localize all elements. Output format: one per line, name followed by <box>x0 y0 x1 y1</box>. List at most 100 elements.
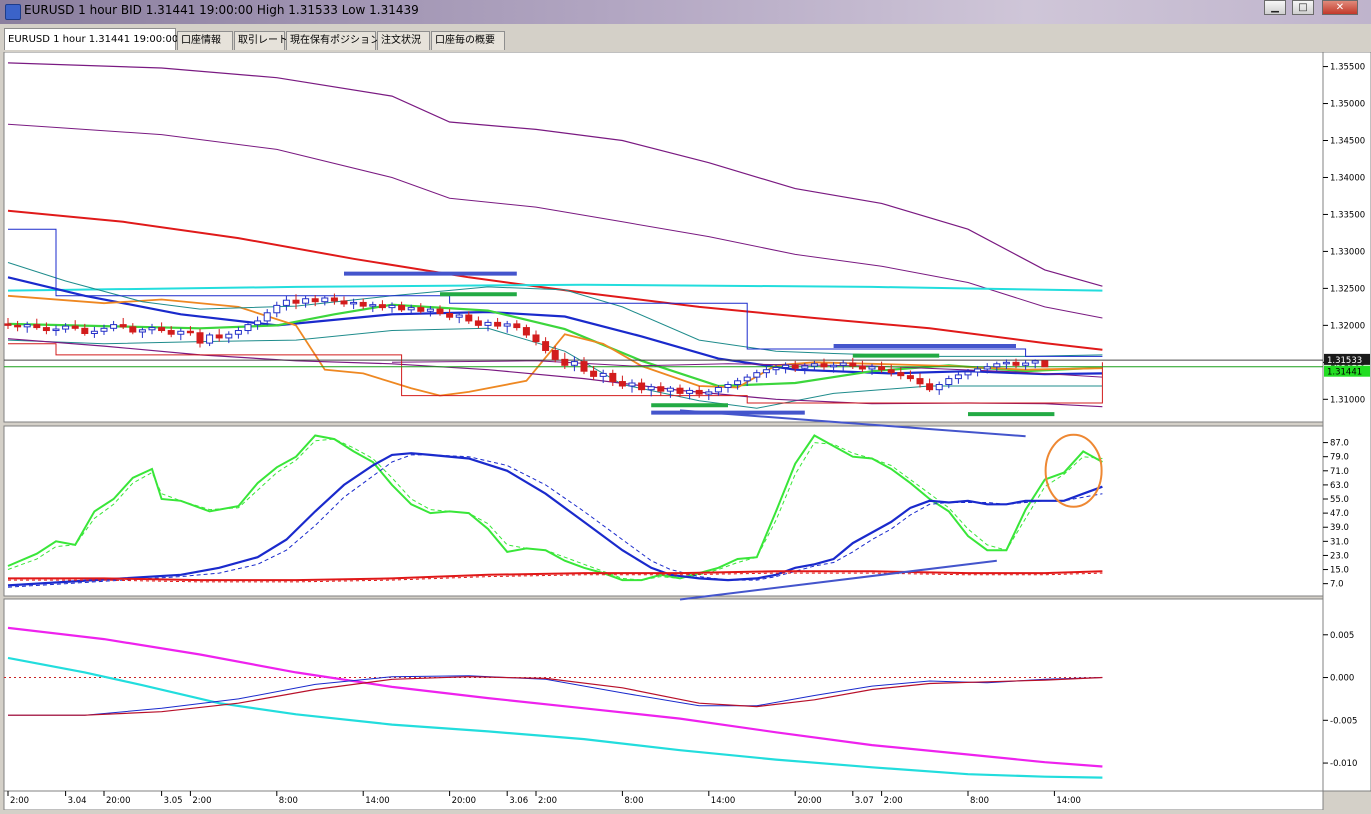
candle-body <box>686 389 694 394</box>
candle-body <box>225 333 233 339</box>
candle-body <box>522 327 530 336</box>
candle-body <box>129 326 137 333</box>
macd-axis-tick-label: -0.005 <box>1330 716 1357 726</box>
candle-body <box>561 358 569 366</box>
time-tick-label: 2:00 <box>10 796 29 806</box>
time-tick-label: 14:00 <box>1056 796 1081 806</box>
candle-body <box>282 299 290 306</box>
time-tick-label: 8:00 <box>279 796 298 806</box>
candle-body <box>196 332 204 344</box>
time-tick-label: 2:00 <box>884 796 903 806</box>
minimize-button[interactable]: ▁ <box>1264 0 1286 15</box>
candle-body <box>311 298 319 303</box>
candle-body <box>926 383 934 391</box>
time-tick-label: 3.06 <box>509 796 528 806</box>
tab-positions[interactable]: 現在保有ポジション <box>286 31 380 50</box>
time-tick-label: 20:00 <box>452 796 477 806</box>
time-tick-label: 3.04 <box>68 796 87 806</box>
candle-body <box>945 378 953 386</box>
time-tick-label: 8:00 <box>970 796 989 806</box>
stoch-axis-tick-label: 15.0 <box>1330 566 1349 576</box>
candle-body <box>830 364 838 368</box>
candle-body <box>657 386 665 392</box>
tab-chart[interactable]: EURUSD 1 hour 1.31441 19:00:00 <box>4 28 178 50</box>
ask-price-text: 1.31533 <box>1327 356 1362 366</box>
macd-panel[interactable] <box>3 598 1324 792</box>
candle-body <box>714 386 722 393</box>
candle-body <box>177 330 185 335</box>
candle-body <box>23 324 31 328</box>
stoch-axis-tick-label: 7.0 <box>1330 580 1344 590</box>
candle-body <box>302 298 310 304</box>
candle-body <box>81 327 89 334</box>
time-tick-label: 2:00 <box>192 796 211 806</box>
candle-body <box>1031 360 1039 364</box>
candle-body <box>186 330 194 334</box>
candle-body <box>791 364 799 369</box>
candle-body <box>609 372 617 383</box>
stoch-axis-tick-label: 39.0 <box>1330 523 1349 533</box>
stoch-axis-tick-label: 55.0 <box>1330 495 1349 505</box>
candle-body <box>398 304 406 311</box>
candle-body <box>820 363 828 368</box>
candle-body <box>359 301 367 307</box>
candle-body <box>71 325 79 329</box>
candle-body <box>503 323 511 327</box>
stoch-axis-tick-label: 71.0 <box>1330 467 1349 477</box>
candle-body <box>705 391 713 395</box>
tab-bar: EURUSD 1 hour 1.31441 19:00:00 口座情報 取引レー… <box>0 28 1371 52</box>
candle-body <box>695 389 703 395</box>
chart-area[interactable]: 1.35500 1.35000 1.34500 1.34000 1.33500 1.330… <box>0 51 1371 811</box>
candle-body <box>90 330 98 334</box>
candle-body <box>734 380 742 386</box>
candle-body <box>206 334 214 344</box>
candle-body <box>321 297 329 303</box>
macd-axis-tick-label: 0.000 <box>1330 674 1354 684</box>
stoch-axis-tick-label: 63.0 <box>1330 481 1349 491</box>
candle-body <box>138 329 146 333</box>
candle-body <box>916 378 924 385</box>
candle-body <box>878 366 886 371</box>
candle-body <box>378 304 386 309</box>
candle-body <box>52 328 60 332</box>
close-button[interactable]: ✕ <box>1322 0 1358 15</box>
candle-body <box>935 384 943 391</box>
price-axis-tick-label: 1.32500 <box>1330 284 1365 294</box>
candle-body <box>340 300 348 305</box>
price-axis-tick-label: 1.32000 <box>1330 321 1365 331</box>
tab-orders[interactable]: 注文状況 <box>377 31 430 50</box>
time-tick-label: 3.07 <box>855 796 874 806</box>
chart-svg[interactable]: 1.35500 1.35000 1.34500 1.34000 1.33500 1.330… <box>0 51 1371 811</box>
candle-body <box>839 362 847 366</box>
tab-account-summary[interactable]: 口座毎の概要 <box>431 31 505 50</box>
candle-body <box>254 320 262 326</box>
candle-body <box>762 369 770 374</box>
tab-rates[interactable]: 取引レート <box>234 31 288 50</box>
title-bar: EURUSD 1 hour BID 1.31441 19:00:00 High … <box>0 0 1371 24</box>
price-axis-tick-label: 1.34000 <box>1330 173 1365 183</box>
candle-body <box>455 314 463 318</box>
candle-body <box>1041 360 1049 368</box>
candle-body <box>1012 361 1020 366</box>
stoch-axis-tick-label: 31.0 <box>1330 537 1349 547</box>
window-title: EURUSD 1 hour BID 1.31441 19:00:00 High … <box>24 3 419 17</box>
candle-body <box>4 323 12 326</box>
stoch-axis-tick-label: 23.0 <box>1330 551 1349 561</box>
time-tick-label: 20:00 <box>797 796 822 806</box>
candle-body <box>676 387 684 394</box>
time-tick-label: 14:00 <box>711 796 736 806</box>
candle-body <box>513 323 521 329</box>
candle-body <box>62 325 70 330</box>
candle-body <box>868 366 876 370</box>
candle-body <box>273 304 281 314</box>
candle-body <box>33 324 41 329</box>
candle-body <box>801 365 809 369</box>
candle-body <box>906 375 914 380</box>
candle-body <box>647 386 655 391</box>
tab-account-info[interactable]: 口座情報 <box>177 31 233 50</box>
maximize-button[interactable]: □ <box>1292 0 1314 15</box>
candle-body <box>465 314 473 322</box>
time-tick-label: 3.05 <box>164 796 183 806</box>
candle-body <box>666 387 674 392</box>
candle-body <box>436 308 444 315</box>
